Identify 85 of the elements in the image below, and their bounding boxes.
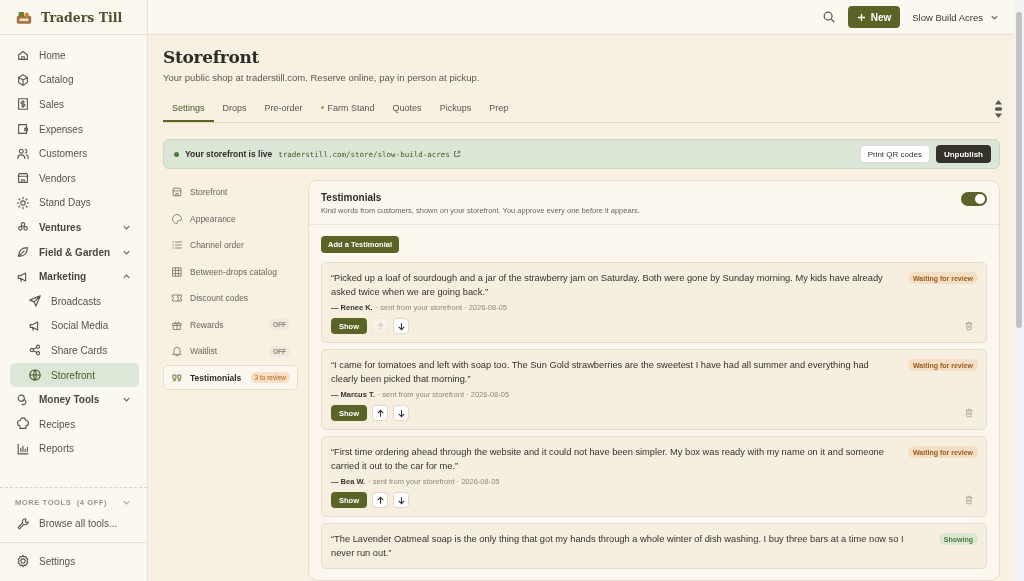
testimonial-quote: “I came for tomatoes and left with soap too. The Sun Gold strawberries are the sweetest I have had all summer and everything had clearly been picked that morning.” bbox=[331, 359, 870, 386]
settings-nav-item[interactable]: Appearance bbox=[163, 206, 298, 232]
bar-chart-icon bbox=[16, 441, 30, 456]
ticket-icon bbox=[171, 292, 183, 305]
paper-plane-icon bbox=[28, 294, 42, 309]
gift-icon bbox=[171, 318, 183, 331]
tab[interactable]: Pickups bbox=[430, 95, 481, 122]
scroll-arrows-icon[interactable] bbox=[994, 97, 1003, 120]
nav-item[interactable]: Settings bbox=[8, 549, 139, 574]
nav-item[interactable]: Ventures bbox=[8, 215, 139, 240]
nav-item[interactable]: Social Media bbox=[10, 313, 139, 339]
external-link-icon bbox=[452, 150, 461, 158]
nav-item[interactable]: Marketing bbox=[8, 264, 139, 289]
plus-icon bbox=[856, 12, 866, 22]
testimonial-quote: “Picked up a loaf of sourdough and a jar of the strawberry jam on Saturday. Both were gone by Sunday morning. My kids have already asked twice when we are going back.” bbox=[331, 272, 884, 299]
tab[interactable]: Prep bbox=[480, 95, 518, 122]
move-down-button[interactable] bbox=[393, 405, 409, 421]
tab[interactable]: Drops bbox=[213, 95, 256, 122]
box-icon bbox=[16, 72, 30, 87]
store-icon bbox=[16, 171, 30, 186]
palette-icon bbox=[171, 212, 183, 225]
move-up-button[interactable] bbox=[372, 405, 388, 421]
nav-item[interactable]: Money Tools bbox=[8, 387, 139, 412]
settings-nav-item[interactable]: Channel order bbox=[163, 232, 298, 258]
arrow-down-icon bbox=[396, 321, 406, 331]
store-icon bbox=[171, 186, 183, 199]
wallet-icon bbox=[16, 122, 30, 137]
wrench-icon bbox=[16, 516, 30, 531]
settings-nav-item[interactable]: Between-drops catalog bbox=[163, 259, 298, 285]
nav-item[interactable]: Broadcasts bbox=[10, 288, 139, 314]
list-icon bbox=[171, 239, 183, 252]
bell-icon bbox=[171, 345, 183, 358]
move-up-button[interactable] bbox=[372, 492, 388, 508]
nav-item[interactable]: Customers bbox=[8, 141, 139, 166]
toggle-switch[interactable] bbox=[961, 192, 987, 206]
globe-icon bbox=[28, 368, 42, 382]
nav-item[interactable]: Vendors bbox=[8, 165, 139, 191]
move-down-button[interactable] bbox=[393, 318, 409, 334]
nav-item[interactable]: Storefront bbox=[10, 362, 139, 388]
arrow-up-icon bbox=[375, 321, 385, 331]
tab[interactable]: Quotes bbox=[383, 95, 431, 122]
nav-item[interactable]: Sales bbox=[8, 92, 139, 117]
card-title: Testimonials bbox=[321, 192, 383, 203]
settings-nav-item[interactable]: Storefront bbox=[163, 180, 298, 205]
testimonial-quote: “The Lavender Oatmeal soap is the only thing that got my hands through a whole winter of dish washing. I buy three bars at a time now so I never run out.” bbox=[331, 533, 905, 560]
quote-icon bbox=[171, 371, 183, 384]
nav-item[interactable]: Browse all tools... bbox=[8, 511, 139, 536]
account-menu[interactable]: Slow Build Acres bbox=[912, 11, 999, 23]
live-status: Your storefront is live bbox=[185, 149, 273, 159]
page-subtitle: Your public shop at traderstill.com. Reserve online, pay in person at pickup. bbox=[163, 72, 481, 83]
logo-icon bbox=[15, 9, 33, 25]
grid-icon bbox=[171, 265, 183, 278]
arrow-down-icon bbox=[396, 408, 406, 418]
new-button[interactable]: New bbox=[847, 6, 901, 28]
nav-item[interactable]: Stand Days bbox=[8, 190, 139, 216]
leaf-icon bbox=[16, 245, 30, 260]
settings-nav-item[interactable]: Discount codes bbox=[163, 285, 298, 311]
settings-icon bbox=[16, 554, 30, 569]
arrow-down-icon bbox=[396, 495, 406, 505]
home-icon bbox=[16, 48, 30, 63]
nav-item[interactable]: Catalog bbox=[8, 67, 139, 93]
arrow-up-icon bbox=[375, 495, 385, 505]
testimonial-quote: “First time ordering ahead through the website and it could not have been simpler. My box was ready with my name on it and someone carried it out to the car for me.” bbox=[331, 446, 885, 473]
brand-name: Traders Till bbox=[41, 9, 123, 25]
nav-item[interactable]: Expenses bbox=[8, 116, 139, 142]
nav-item[interactable]: Home bbox=[8, 43, 139, 68]
nav-item[interactable]: Share Cards bbox=[10, 338, 139, 363]
nav-item[interactable]: Reports bbox=[8, 436, 139, 462]
people-icon bbox=[16, 146, 30, 161]
nav-item[interactable]: Field & Garden bbox=[8, 239, 139, 265]
tab[interactable]: Settings bbox=[163, 95, 214, 122]
nav-item[interactable]: Recipes bbox=[8, 411, 139, 437]
unpublish-button[interactable]: Unpublish bbox=[935, 145, 991, 163]
tab[interactable]: Farm Stand bbox=[311, 95, 384, 122]
page-title: Storefront bbox=[163, 47, 261, 67]
chef-hat-icon bbox=[16, 417, 30, 432]
arrow-up-icon bbox=[375, 408, 385, 418]
share-icon bbox=[28, 343, 42, 358]
search-icon[interactable] bbox=[821, 10, 836, 24]
print-button[interactable]: Print QR codes bbox=[859, 145, 930, 163]
sun-icon bbox=[16, 195, 30, 210]
tab[interactable]: Pre-order bbox=[255, 95, 312, 122]
move-down-button[interactable] bbox=[393, 492, 409, 508]
scrollbar[interactable] bbox=[1014, 0, 1024, 581]
dollar-icon bbox=[16, 97, 30, 112]
